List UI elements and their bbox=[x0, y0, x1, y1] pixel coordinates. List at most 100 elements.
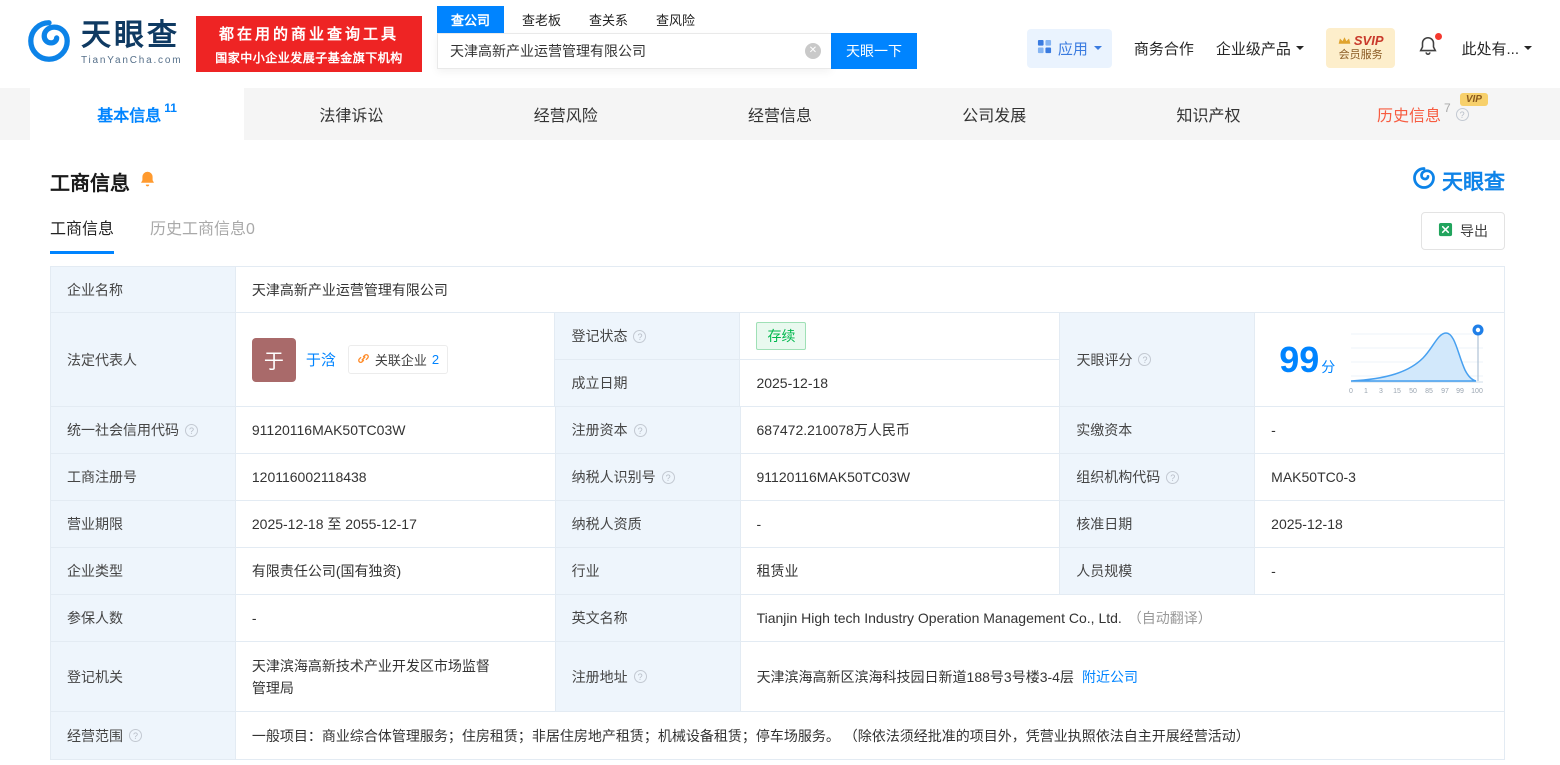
slogan-line2: 国家中小企业发展子基金旗下机构 bbox=[215, 50, 403, 65]
field-label: 核准日期 bbox=[1060, 501, 1256, 548]
tab-history-info-count: 7 bbox=[1443, 101, 1451, 115]
svg-text:99: 99 bbox=[1456, 388, 1464, 395]
field-label-with-help: 注册资本 ? bbox=[555, 407, 741, 454]
page-title: 工商信息 bbox=[50, 172, 130, 195]
nearby-companies-link[interactable]: 附近公司 bbox=[1082, 667, 1138, 687]
tab-company-development[interactable]: 公司发展 bbox=[887, 88, 1101, 140]
table-row: 经营范围 ? 一般项目：商业综合体管理服务；住房租赁；非居住房地产租赁；机械设备… bbox=[51, 712, 1505, 760]
subtab-business-info[interactable]: 工商信息 bbox=[50, 215, 115, 254]
field-label: 参保人数 bbox=[51, 595, 236, 642]
tianyan-score-cell: 99 分 0 1 3 15 50 85 97 99 100 bbox=[1255, 313, 1505, 407]
tab-history-info[interactable]: VIP 历史信息 7 ? bbox=[1316, 88, 1530, 140]
field-label: 纳税人识别号 bbox=[571, 469, 656, 485]
help-icon[interactable]: ? bbox=[633, 329, 647, 343]
field-label: 成立日期 bbox=[555, 360, 741, 407]
field-label: 企业名称 bbox=[51, 267, 236, 313]
svg-text:50: 50 bbox=[1409, 388, 1417, 395]
export-excel-icon bbox=[1438, 222, 1453, 240]
search-tab-boss[interactable]: 查老板 bbox=[522, 6, 561, 33]
subtab-history-business-info[interactable]: 历史工商信息0 bbox=[150, 215, 255, 254]
notification-dot bbox=[1435, 32, 1443, 40]
approval-date-value: 2025-12-18 bbox=[1255, 501, 1505, 548]
help-icon[interactable]: ? bbox=[661, 470, 675, 484]
help-icon[interactable]: ? bbox=[185, 423, 198, 437]
related-companies-count: 2 bbox=[431, 352, 440, 367]
avatar[interactable]: 于 bbox=[251, 337, 296, 382]
tianyancha-watermark-text: 天眼查 bbox=[1442, 171, 1505, 194]
tab-basic-info-label: 基本信息 bbox=[97, 108, 162, 125]
reg-authority-cell: 天津滨海高新技术产业开发区市场监督管理局 bbox=[235, 642, 556, 712]
related-companies-label: 关联企业 bbox=[374, 353, 427, 368]
tab-legal[interactable]: 法律诉讼 bbox=[244, 88, 458, 140]
tab-legal-label: 法律诉讼 bbox=[319, 108, 384, 125]
search-tab-company[interactable]: 查公司 bbox=[437, 6, 505, 33]
search-tab-relation[interactable]: 查关系 bbox=[589, 6, 628, 33]
field-label: 纳税人资质 bbox=[555, 501, 741, 548]
credit-code-value: 91120116MAK50TC03W bbox=[235, 407, 556, 454]
reg-address-cell: 天津滨海高新区滨海科技园日新道188号3号楼3-4层 附近公司 bbox=[740, 642, 1505, 712]
orange-bell-icon[interactable] bbox=[139, 170, 156, 193]
notification-bell[interactable] bbox=[1417, 32, 1443, 62]
tab-history-info-label: 历史信息 bbox=[1376, 108, 1441, 125]
field-label: 经营范围 bbox=[67, 727, 123, 744]
status-badge: 存续 bbox=[756, 322, 807, 350]
help-icon[interactable]: ? bbox=[633, 423, 647, 437]
field-label: 行业 bbox=[555, 548, 741, 595]
field-label: 天眼评分 bbox=[1076, 351, 1133, 368]
table-row: 登记机关 天津滨海高新技术产业开发区市场监督管理局 注册地址 ? 天津滨海高新区… bbox=[51, 642, 1505, 712]
clear-search-icon[interactable]: ✕ bbox=[805, 43, 821, 59]
section-title-row: 工商信息 bbox=[50, 167, 156, 196]
paid-capital-value: - bbox=[1255, 407, 1505, 454]
reg-status-cell: 存续 bbox=[740, 313, 1061, 360]
brand-name: 天眼查 bbox=[81, 19, 180, 52]
slogan-banner: 都在用的商业查询工具 国家中小企业发展子基金旗下机构 bbox=[196, 16, 422, 72]
related-companies-tag[interactable]: 关联企业 2 bbox=[347, 345, 449, 374]
field-label-with-help: 天眼评分 ? bbox=[1060, 313, 1256, 407]
slogan-line1: 都在用的商业查询工具 bbox=[218, 25, 399, 43]
legal-rep-name-link[interactable]: 于浛 bbox=[306, 349, 336, 370]
tab-operation-info[interactable]: 经营信息 bbox=[673, 88, 887, 140]
insured-count-value: - bbox=[235, 595, 556, 642]
tianyancha-watermark-icon bbox=[1412, 166, 1436, 196]
tab-intellectual-property[interactable]: 知识产权 bbox=[1101, 88, 1315, 140]
org-code-value: MAK50TC0-3 bbox=[1255, 454, 1505, 501]
search-tabs: 查公司 查老板 查关系 查风险 bbox=[437, 6, 917, 33]
tianyancha-logo[interactable]: 天眼查 TianYanCha.com bbox=[26, 18, 182, 69]
reg-capital-value: 687472.210078万人民币 bbox=[740, 407, 1061, 454]
enterprise-products-menu[interactable]: 企业级产品 bbox=[1216, 38, 1304, 59]
export-button[interactable]: 导出 bbox=[1421, 212, 1505, 250]
top-header: 天眼查 TianYanCha.com 都在用的商业查询工具 国家中小企业发展子基… bbox=[0, 0, 1560, 88]
help-icon[interactable]: ? bbox=[633, 670, 647, 683]
legal-rep-cell: 于 于浛 关联企业 2 bbox=[235, 313, 556, 407]
help-icon[interactable]: ? bbox=[1166, 470, 1180, 484]
chevron-down-icon bbox=[1295, 46, 1304, 54]
apps-label: 应用 bbox=[1057, 40, 1088, 58]
search-button[interactable]: 天眼一下 bbox=[831, 33, 917, 69]
search-tab-risk[interactable]: 查风险 bbox=[656, 6, 695, 33]
help-icon[interactable]: ? bbox=[1138, 353, 1152, 366]
taxpayer-qual-value: - bbox=[740, 501, 1061, 548]
english-name-value: Tianjin High tech Industry Operation Man… bbox=[756, 610, 1122, 626]
brand-domain: TianYanCha.com bbox=[81, 55, 183, 66]
tab-operation-risk[interactable]: 经营风险 bbox=[459, 88, 673, 140]
user-menu[interactable]: 此处有... bbox=[1461, 38, 1532, 59]
apps-menu[interactable]: 应用 bbox=[1026, 28, 1112, 68]
tab-company-development-label: 公司发展 bbox=[962, 108, 1027, 125]
svg-text:0: 0 bbox=[1349, 388, 1353, 395]
svg-text:85: 85 bbox=[1425, 388, 1433, 395]
search-input[interactable] bbox=[437, 33, 831, 69]
table-row: 企业类型 有限责任公司(国有独资) 行业 租赁业 人员规模 - bbox=[51, 548, 1505, 595]
field-label: 注册地址 bbox=[571, 668, 628, 685]
svg-text:3: 3 bbox=[1379, 388, 1383, 395]
reg-authority-value: 天津滨海高新技术产业开发区市场监督管理局 bbox=[251, 657, 490, 696]
chevron-down-icon bbox=[1093, 46, 1102, 54]
field-label: 人员规模 bbox=[1060, 548, 1256, 595]
svip-membership-button[interactable]: SVIP 会员服务 bbox=[1325, 28, 1396, 68]
help-icon[interactable]: ? bbox=[129, 729, 142, 742]
business-cooperation-link[interactable]: 商务合作 bbox=[1134, 38, 1194, 59]
company-type-value: 有限责任公司(国有独资) bbox=[235, 548, 556, 595]
tab-basic-info[interactable]: 基本信息 11 bbox=[30, 88, 245, 140]
table-row: 工商注册号 120116002118438 纳税人识别号 ? 91120116M… bbox=[51, 454, 1505, 501]
enterprise-products-label: 企业级产品 bbox=[1215, 40, 1291, 58]
help-icon[interactable]: ? bbox=[1455, 107, 1469, 121]
